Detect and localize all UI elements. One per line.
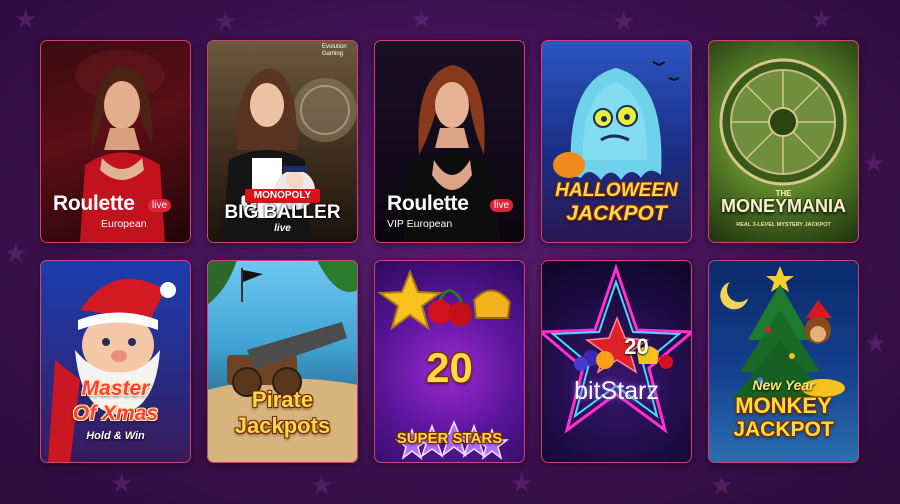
background-star-icon: ★ xyxy=(810,4,834,34)
game-title-line1: Pirate xyxy=(251,387,314,412)
monopoly-brand-label: MONOPOLY xyxy=(245,189,320,203)
background-star-icon: ★ xyxy=(864,328,888,358)
game-title: BIG BALLER xyxy=(224,202,341,223)
game-title-line2: JACKPOT xyxy=(733,418,834,441)
background-star-icon: ★ xyxy=(410,4,434,34)
background-star-icon: ★ xyxy=(310,470,334,500)
game-subtitle: REAL 3-LEVEL MYSTERY JACKPOT xyxy=(736,222,831,228)
background-star-icon: ★ xyxy=(214,6,238,36)
game-subtitle: Hold & Win xyxy=(86,430,145,442)
game-number: 20 xyxy=(624,334,649,359)
game-grid: Roulette live European MONOPOLY BIG BALL… xyxy=(40,40,860,464)
game-title: bitStarz xyxy=(574,377,659,405)
game-tile-roulette-vip[interactable]: Roulette live VIP European xyxy=(374,40,525,243)
game-tile-monkey-jackpot[interactable]: New Year MONKEY JACKPOT xyxy=(708,260,859,463)
game-tile-master-of-xmas[interactable]: Master Of Xmas Hold & Win xyxy=(40,260,191,463)
game-subtitle: VIP European xyxy=(387,218,453,230)
game-tile-roulette-european[interactable]: Roulette live European xyxy=(40,40,191,243)
background-star-icon: ★ xyxy=(710,470,734,500)
game-subtitle: European xyxy=(101,218,147,230)
game-title-line2: Of Xmas xyxy=(72,402,159,425)
game-tile-monopoly-big-baller[interactable]: MONOPOLY BIG BALLER live Evolution Gamin… xyxy=(207,40,358,243)
game-tile-bitstarz-20[interactable]: 20 bitStarz xyxy=(541,260,692,463)
game-tile-20-super-stars[interactable]: 20 SUPER STARS xyxy=(374,260,525,463)
game-title-line1: MONKEY xyxy=(735,393,832,418)
game-title: Roulette xyxy=(53,192,135,215)
game-tile-pirate-jackpots[interactable]: Pirate Jackpots xyxy=(207,260,358,463)
background-star-icon: ★ xyxy=(110,468,134,498)
game-title: Roulette xyxy=(387,192,469,215)
neon-star-image xyxy=(541,263,692,434)
live-badge: live xyxy=(490,199,514,212)
game-title-line2: Jackpots xyxy=(234,413,331,438)
live-badge: live xyxy=(148,199,172,212)
background-star-icon: ★ xyxy=(612,6,636,36)
background-star-icon: ★ xyxy=(4,238,28,268)
live-tag: live xyxy=(274,223,291,234)
background-star-icon: ★ xyxy=(14,4,38,34)
game-title: MONEYMANIA xyxy=(721,196,846,216)
game-tile-moneymania[interactable]: THE MONEYMANIA REAL 3-LEVEL MYSTERY JACK… xyxy=(708,40,859,243)
provider-logo: Evolution Gaming xyxy=(322,44,347,57)
game-title-line1: Master xyxy=(81,377,150,400)
game-tile-halloween-jackpot[interactable]: HALLOWEEN JACKPOT xyxy=(541,40,692,243)
game-title: SUPER STARS xyxy=(396,430,503,447)
game-title-line1: HALLOWEEN xyxy=(555,180,678,201)
background-star-icon: ★ xyxy=(862,148,886,178)
game-number: 20 xyxy=(426,344,473,391)
game-title-line2: JACKPOT xyxy=(566,202,667,225)
game-title-top: New Year xyxy=(752,377,815,393)
background-star-icon: ★ xyxy=(510,468,534,498)
